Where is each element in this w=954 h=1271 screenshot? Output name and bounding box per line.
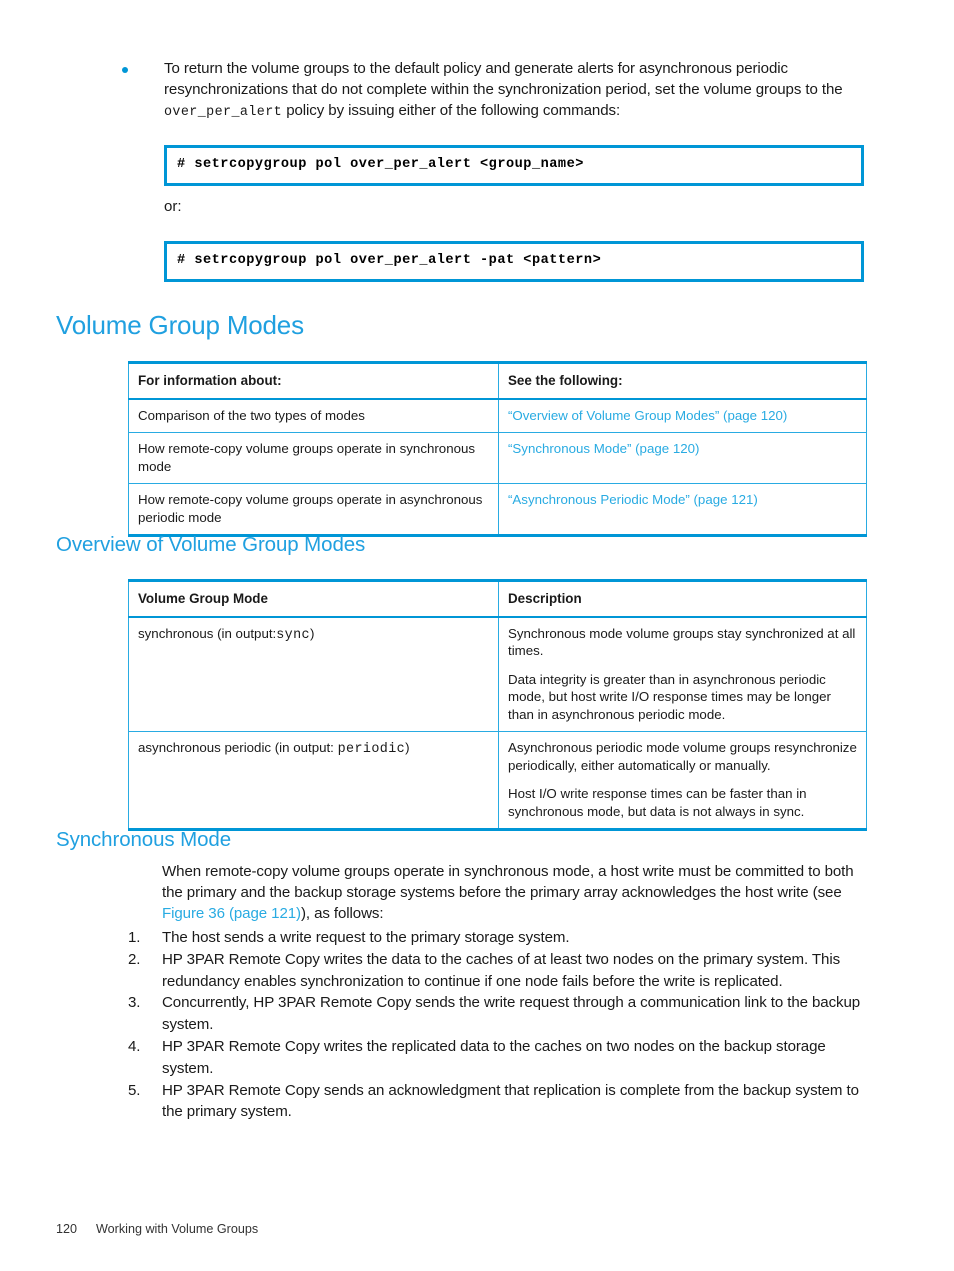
list-item: 4. HP 3PAR Remote Copy writes the replic… bbox=[128, 1036, 870, 1080]
mode-label-prefix: synchronous (in output: bbox=[138, 625, 277, 641]
cell-description-synchronous: Synchronous mode volume groups stay sync… bbox=[498, 616, 867, 732]
cross-reference-link[interactable]: “Overview of Volume Group Modes” (page 1… bbox=[508, 408, 787, 423]
heading-volume-group-modes: Volume Group Modes bbox=[56, 310, 304, 340]
intro-text-part-1: When remote-copy volume groups operate i… bbox=[162, 863, 854, 901]
column-header-see-the-following: See the following: bbox=[498, 362, 867, 400]
table-row: Comparison of the two types of modes “Ov… bbox=[128, 398, 867, 433]
cell-description-asynchronous-periodic: Asynchronous periodic mode volume groups… bbox=[498, 731, 867, 830]
table-row: How remote-copy volume groups operate in… bbox=[128, 483, 867, 536]
description-paragraph: Data integrity is greater than in asynch… bbox=[508, 671, 831, 722]
footer-chapter-title: Working with Volume Groups bbox=[96, 1222, 259, 1236]
cell-reference: “Overview of Volume Group Modes” (page 1… bbox=[498, 398, 867, 433]
list-item-number: 2. bbox=[128, 950, 141, 968]
code-command-line: # setrcopygroup pol over_per_alert <grou… bbox=[177, 157, 584, 172]
description-paragraph: Host I/O write response times can be fas… bbox=[508, 786, 807, 819]
list-item-text: Concurrently, HP 3PAR Remote Copy sends … bbox=[162, 994, 861, 1034]
bullet-text-after-code: policy by issuing either of the followin… bbox=[282, 102, 621, 119]
list-item: 5. HP 3PAR Remote Copy sends an acknowle… bbox=[128, 1080, 870, 1124]
bullet-item: To return the volume groups to the defau… bbox=[122, 58, 882, 123]
footer-page-number: 120 bbox=[56, 1222, 78, 1236]
figure-cross-reference-link[interactable]: Figure 36 (page 121) bbox=[162, 905, 301, 922]
list-item: 3. Concurrently, HP 3PAR Remote Copy sen… bbox=[128, 992, 870, 1036]
list-item: 1. The host sends a write request to the… bbox=[128, 927, 870, 949]
document-page: To return the volume groups to the defau… bbox=[0, 0, 954, 1271]
list-item: 2. HP 3PAR Remote Copy writes the data t… bbox=[128, 949, 870, 993]
cell-reference: “Asynchronous Periodic Mode” (page 121) bbox=[498, 483, 867, 536]
cell-reference: “Synchronous Mode” (page 120) bbox=[498, 432, 867, 484]
table-row: asynchronous periodic (in output: period… bbox=[128, 731, 867, 830]
paragraph-synchronous-mode-intro: When remote-copy volume groups operate i… bbox=[162, 861, 868, 924]
table-information-references: For information about: See the following… bbox=[128, 361, 867, 537]
cell-information-about: How remote-copy volume groups operate in… bbox=[128, 432, 499, 484]
table-row: How remote-copy volume groups operate in… bbox=[128, 432, 867, 484]
list-item-number: 3. bbox=[128, 994, 141, 1012]
list-item-text: HP 3PAR Remote Copy sends an acknowledgm… bbox=[162, 1081, 859, 1121]
description-paragraph: Synchronous mode volume groups stay sync… bbox=[508, 625, 856, 659]
cross-reference-link[interactable]: “Asynchronous Periodic Mode” (page 121) bbox=[508, 492, 758, 507]
cell-mode-asynchronous-periodic: asynchronous periodic (in output: period… bbox=[128, 731, 499, 830]
mode-label-suffix: ) bbox=[309, 625, 315, 641]
code-command-line: # setrcopygroup pol over_per_alert -pat … bbox=[177, 253, 602, 268]
mode-label-suffix: ) bbox=[405, 740, 410, 755]
bullet-text-before-code: To return the volume groups to the defau… bbox=[164, 60, 843, 98]
table-row: synchronous (in output:sync) Synchronous… bbox=[128, 616, 867, 732]
column-header-volume-group-mode: Volume Group Mode bbox=[128, 580, 499, 618]
mode-label-prefix: asynchronous periodic (in output: bbox=[138, 740, 338, 755]
cell-information-about: Comparison of the two types of modes bbox=[128, 398, 499, 433]
cross-reference-link[interactable]: “Synchronous Mode” (page 120) bbox=[508, 441, 699, 456]
table-header-row: For information about: See the following… bbox=[128, 362, 867, 400]
cell-information-about: How remote-copy volume groups operate in… bbox=[128, 483, 499, 536]
list-item-text: HP 3PAR Remote Copy writes the replicate… bbox=[162, 1037, 826, 1077]
cell-mode-synchronous: synchronous (in output:sync) bbox=[128, 616, 499, 732]
list-item-number: 1. bbox=[128, 929, 141, 946]
table-header-row: Volume Group Mode Description bbox=[128, 580, 867, 618]
inline-code-mode-value: sync bbox=[276, 627, 310, 643]
list-item-text: The host sends a write request to the pr… bbox=[162, 929, 570, 946]
inline-code-policy: over_per_alert bbox=[164, 105, 283, 120]
table-volume-group-modes: Volume Group Mode Description synchronou… bbox=[128, 579, 867, 831]
heading-synchronous-mode: Synchronous Mode bbox=[56, 828, 232, 851]
code-block-setrcopygroup-pattern: # setrcopygroup pol over_per_alert -pat … bbox=[164, 241, 864, 282]
code-block-setrcopygroup-group-name: # setrcopygroup pol over_per_alert <grou… bbox=[164, 145, 864, 186]
list-item-text: HP 3PAR Remote Copy writes the data to t… bbox=[162, 950, 841, 990]
bullet-dot-icon bbox=[122, 67, 128, 73]
ordered-list-synchronous-steps: 1. The host sends a write request to the… bbox=[128, 927, 870, 1123]
column-header-for-information-about: For information about: bbox=[128, 362, 499, 400]
inline-code-mode-value: periodic bbox=[337, 742, 406, 757]
intro-text-part-2: ), as follows: bbox=[300, 905, 384, 922]
description-paragraph: Asynchronous periodic mode volume groups… bbox=[508, 740, 857, 773]
list-item-number: 5. bbox=[128, 1081, 141, 1099]
list-item-number: 4. bbox=[128, 1037, 141, 1055]
bullet-item-text: To return the volume groups to the defau… bbox=[164, 58, 882, 123]
page-footer: 120 Working with Volume Groups bbox=[56, 1222, 258, 1236]
column-header-description: Description bbox=[498, 580, 867, 618]
heading-overview-of-volume-group-modes: Overview of Volume Group Modes bbox=[56, 533, 366, 556]
or-label: or: bbox=[164, 198, 182, 215]
